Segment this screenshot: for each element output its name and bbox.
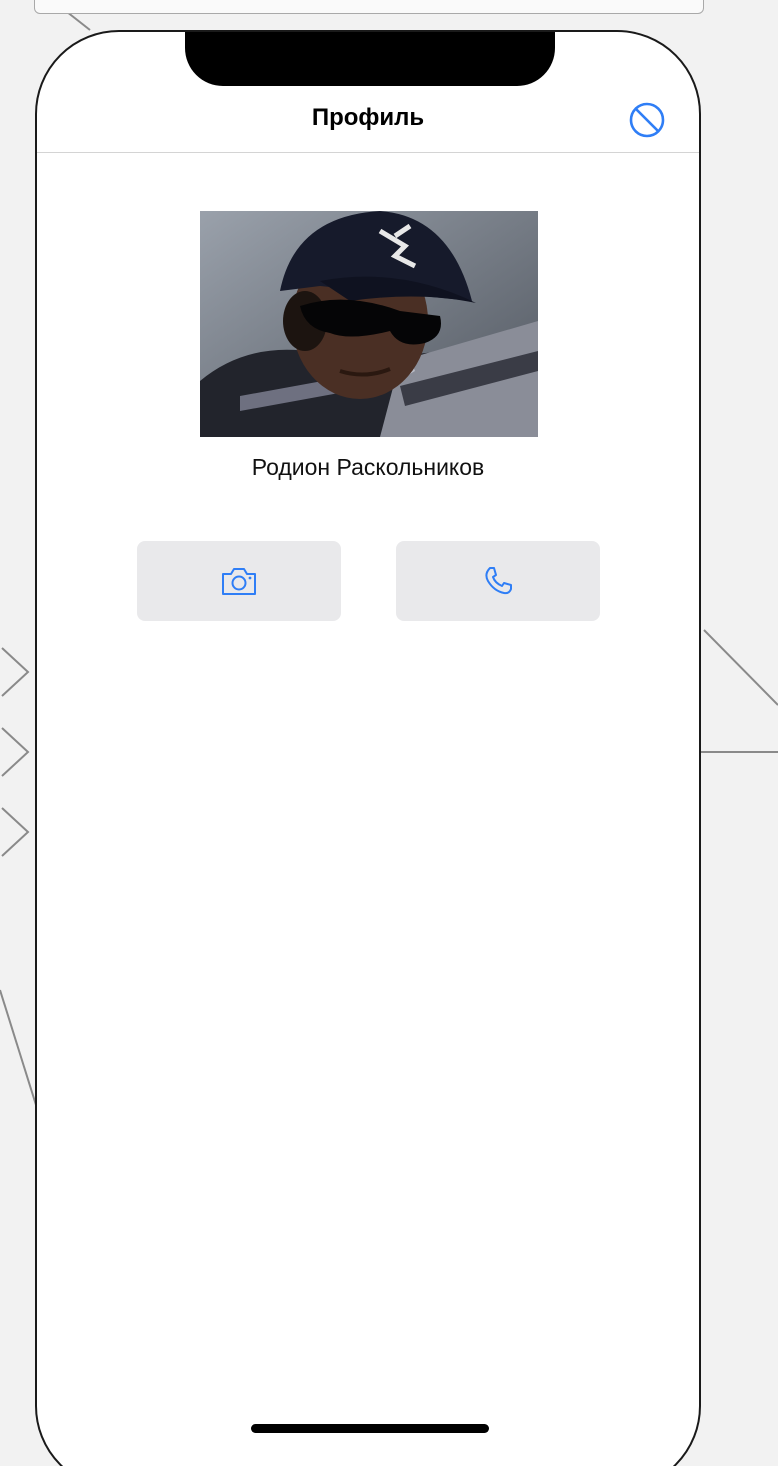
phone-icon	[485, 567, 512, 595]
camera-button[interactable]	[137, 541, 341, 621]
phone-notch	[185, 32, 555, 86]
storyboard-canvas: Профиль Родион Раскольников	[0, 0, 778, 1466]
navigation-bar: Профиль	[37, 92, 699, 153]
phone-frame: Профиль Родион Раскольников	[35, 30, 701, 1466]
profile-photo	[200, 211, 538, 437]
call-button[interactable]	[396, 541, 600, 621]
home-indicator[interactable]	[251, 1424, 489, 1433]
page-title: Профиль	[311, 104, 425, 131]
profile-photo-illustration	[200, 211, 538, 437]
profile-name: Родион Раскольников	[251, 454, 485, 480]
camera-icon	[222, 568, 256, 595]
block-icon	[629, 102, 665, 138]
canvas-top-scene-box	[34, 0, 704, 14]
block-button[interactable]	[627, 100, 667, 140]
